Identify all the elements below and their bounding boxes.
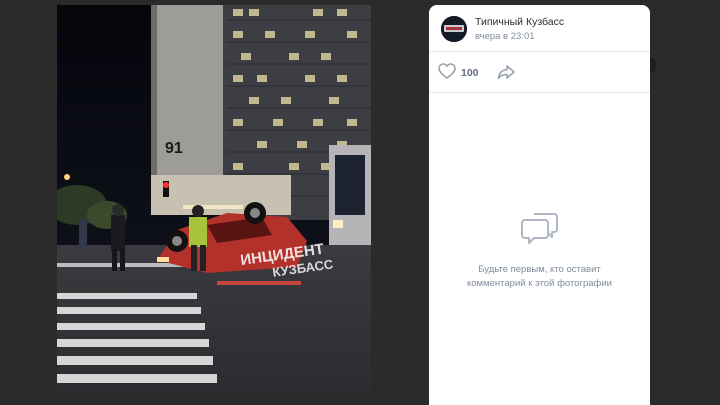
post-header: Типичный Кузбасс вчера в 23:01 [429, 5, 650, 52]
comment-bubble-icon [520, 213, 560, 250]
empty-comments-line1: Будьте первым, кто оставит [478, 264, 601, 275]
building-number: 91 [165, 140, 183, 157]
like-button[interactable]: 100 [438, 62, 479, 84]
empty-comments-line2: комментарий к этой фотографии [467, 278, 612, 289]
post-actions: 100 [429, 52, 650, 93]
like-count: 100 [461, 67, 479, 79]
heart-icon [438, 62, 456, 84]
group-name-link[interactable]: Типичный Кузбасс [475, 16, 564, 28]
avatar[interactable] [441, 16, 467, 42]
empty-comments-state: Будьте первым, кто оставит комментарий к… [429, 210, 650, 291]
post-photo[interactable]: 91 ИНЦИДЕНТ КУЗБАСС [57, 5, 371, 397]
share-arrow-icon [497, 65, 515, 84]
post-time[interactable]: вчера в 23:01 [475, 31, 535, 42]
photo-side-panel: Типичный Кузбасс вчера в 23:01 100 Будьт… [429, 5, 650, 405]
night-accident-scene: 91 ИНЦИДЕНТ КУЗБАСС [57, 5, 371, 397]
share-button[interactable] [497, 64, 515, 85]
